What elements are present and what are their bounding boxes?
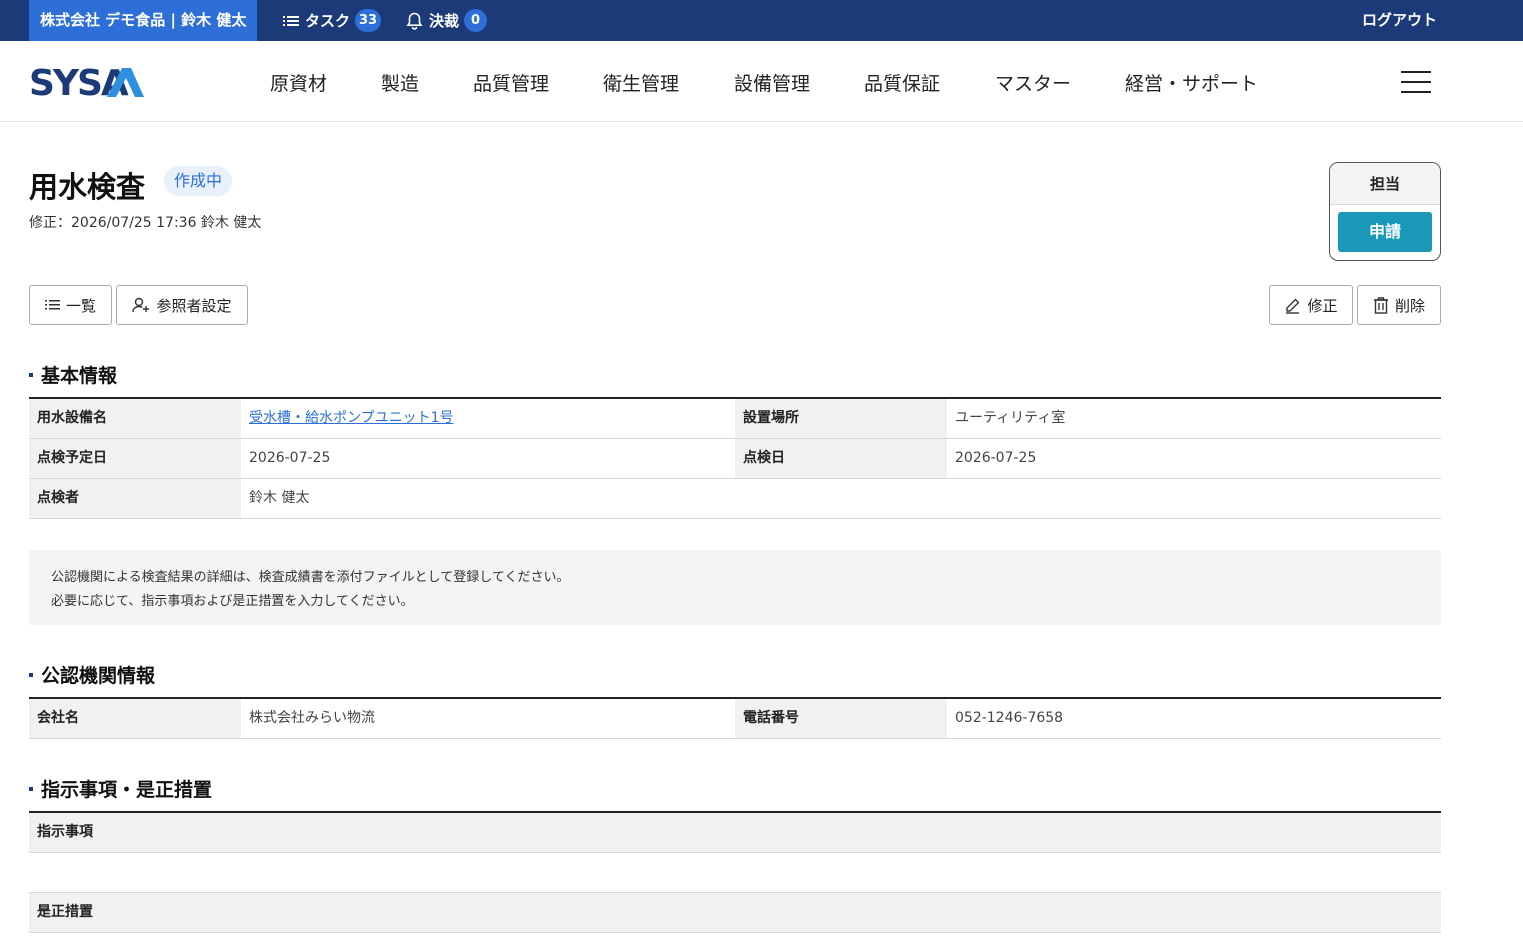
logout-link[interactable]: ログアウト — [1362, 0, 1437, 41]
add-user-icon — [132, 296, 150, 314]
nav-item-hygiene[interactable]: 衛生管理 — [603, 69, 679, 96]
company-name-label: 会社名 — [29, 699, 241, 738]
edit-button[interactable]: 修正 — [1269, 285, 1353, 325]
facility-cell: 受水槽・給水ポンプユニット1号 — [241, 399, 735, 438]
instruction-value — [29, 853, 1441, 893]
list-icon — [44, 299, 60, 311]
company-name-value: 株式会社みらい物流 — [241, 699, 735, 738]
location-value: ユーティリティ室 — [947, 399, 1441, 438]
hamburger-menu-icon[interactable] — [1401, 71, 1431, 93]
inspection-date-value: 2026-07-25 — [947, 439, 1441, 478]
basic-info-table: 用水設備名 受水槽・給水ポンプユニット1号 設置場所 ユーティリティ室 点検予定… — [29, 397, 1441, 519]
nav-item-manufacturing[interactable]: 製造 — [381, 69, 419, 96]
table-row: 指示事項 — [29, 813, 1441, 853]
agency-info-heading: 公認機関情報 — [29, 661, 155, 688]
table-row: 点検者 鈴木 健太 — [29, 479, 1441, 519]
correction-label: 是正措置 — [29, 893, 1441, 932]
table-row: 用水設備名 受水槽・給水ポンプユニット1号 設置場所 ユーティリティ室 — [29, 399, 1441, 439]
apply-button[interactable]: 申請 — [1338, 212, 1432, 252]
list-icon — [283, 14, 299, 28]
location-label: 設置場所 — [735, 399, 947, 438]
list-button[interactable]: 一覧 — [29, 285, 112, 325]
pencil-icon — [1284, 297, 1301, 314]
delete-button[interactable]: 削除 — [1357, 285, 1441, 325]
instructions-heading: 指示事項・是正措置 — [29, 775, 212, 802]
scheduled-date-label: 点検予定日 — [29, 439, 241, 478]
company-user-label: 株式会社 デモ食品 | 鈴木 健太 — [29, 0, 257, 41]
assignee-box: 担当 申請 — [1329, 162, 1441, 261]
main-nav: SYSA 原資材 製造 品質管理 衛生管理 設備管理 品質保証 マスター 経営・… — [0, 41, 1523, 122]
instructions-title: 指示事項・是正措置 — [41, 779, 213, 801]
viewer-settings-button[interactable]: 参照者設定 — [116, 285, 248, 325]
approval-count-badge: 0 — [464, 9, 488, 32]
task-count-badge: 33 — [355, 9, 382, 32]
bell-icon — [406, 12, 423, 30]
nav-item-master[interactable]: マスター — [995, 69, 1071, 96]
notice-box: 公認機関による検査結果の詳細は、検査成績書を添付ファイルとして登録してください。… — [29, 550, 1441, 625]
nav-item-management-support[interactable]: 経営・サポート — [1125, 69, 1258, 96]
facility-label: 用水設備名 — [29, 399, 241, 438]
edit-button-label: 修正 — [1307, 296, 1338, 315]
nav-item-raw-materials[interactable]: 原資材 — [270, 69, 327, 96]
approval-label: 決裁 — [429, 12, 460, 30]
task-link[interactable]: タスク 33 — [283, 0, 382, 41]
facility-link[interactable]: 受水槽・給水ポンプユニット1号 — [249, 410, 454, 426]
approval-link[interactable]: 決裁 0 — [406, 0, 488, 41]
assignee-header: 担当 — [1330, 163, 1440, 205]
task-label: タスク — [305, 12, 351, 30]
scheduled-date-value: 2026-07-25 — [241, 439, 735, 478]
inspector-value: 鈴木 健太 — [241, 479, 1441, 518]
modified-info: 修正：2026/07/25 17:36 鈴木 健太 — [29, 215, 262, 231]
list-button-label: 一覧 — [65, 296, 96, 315]
viewer-settings-label: 参照者設定 — [156, 296, 232, 315]
sysa-logo[interactable]: SYSA — [29, 63, 144, 104]
basic-info-heading: 基本情報 — [29, 361, 117, 388]
status-badge: 作成中 — [164, 166, 233, 196]
nav-item-quality-control[interactable]: 品質管理 — [473, 69, 549, 96]
table-row: 点検予定日 2026-07-25 点検日 2026-07-25 — [29, 439, 1441, 479]
nav-item-equipment[interactable]: 設備管理 — [734, 69, 810, 96]
delete-button-label: 削除 — [1394, 296, 1425, 315]
phone-value: 052-1246-7658 — [947, 699, 1441, 738]
trash-icon — [1373, 296, 1389, 314]
table-row: 会社名 株式会社みらい物流 電話番号 052-1246-7658 — [29, 699, 1441, 739]
instruction-label: 指示事項 — [29, 813, 1441, 852]
inspection-date-label: 点検日 — [735, 439, 947, 478]
agency-info-title: 公認機関情報 — [41, 665, 156, 687]
basic-info-title: 基本情報 — [41, 365, 118, 387]
agency-info-table: 会社名 株式会社みらい物流 電話番号 052-1246-7658 — [29, 697, 1441, 739]
nav-item-quality-assurance[interactable]: 品質保証 — [864, 69, 940, 96]
page-title: 用水検査 — [29, 170, 146, 204]
notice-line-2: 必要に応じて、指示事項および是正措置を入力してください。 — [51, 594, 414, 609]
top-bar: 株式会社 デモ食品 | 鈴木 健太 タスク 33 決裁 0 ログアウト — [0, 0, 1523, 41]
table-row: 是正措置 — [29, 893, 1441, 933]
instructions-table: 指示事項 是正措置 — [29, 811, 1441, 933]
phone-label: 電話番号 — [735, 699, 947, 738]
notice-line-1: 公認機関による検査結果の詳細は、検査成績書を添付ファイルとして登録してください。 — [51, 570, 570, 585]
inspector-label: 点検者 — [29, 479, 241, 518]
